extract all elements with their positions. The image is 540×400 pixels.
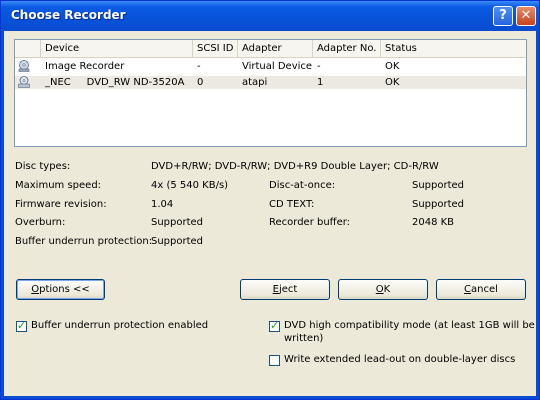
disc-at-once-value: Supported (412, 180, 465, 191)
row-scsi-id: 0 (197, 77, 204, 88)
row-scsi-id: - (197, 61, 201, 72)
list-row-image-recorder[interactable]: Image Recorder - Virtual Device - OK (15, 60, 526, 73)
cancel-button[interactable]: Cancel (436, 279, 526, 300)
list-header: Device SCSI ID Adapter Adapter No. Statu… (15, 40, 526, 58)
dvd-compat-label-line2[interactable]: written) (284, 333, 323, 344)
recorder-buffer-value: 2048 KB (412, 217, 455, 228)
extended-leadout-label[interactable]: Write extended lead-out on double-layer … (284, 354, 515, 365)
column-header-device[interactable]: Device (41, 40, 193, 57)
column-header-scsi-id[interactable]: SCSI ID (193, 40, 238, 57)
eject-button[interactable]: Eject (240, 279, 330, 300)
dvd-drive-icon (18, 76, 30, 88)
dvd-compat-checkbox[interactable]: ✓ (269, 319, 280, 332)
buffer-underrun-value: Supported (151, 236, 204, 247)
firmware-value: 1.04 (151, 199, 174, 210)
buffer-underrun-label: Buffer underrun protection: (15, 236, 153, 247)
max-speed-value: 4x (5 540 KB/s) (151, 180, 229, 191)
row-adapter: atapi (242, 77, 268, 88)
ok-label: K (383, 284, 391, 295)
list-row-nec-dvd[interactable]: _NEC DVD_RW ND-3520A 0 atapi 1 OK (15, 76, 526, 89)
options-label: ptions << (39, 284, 90, 295)
firmware-label: Firmware revision: (15, 199, 107, 210)
column-header-adapter[interactable]: Adapter (238, 40, 313, 57)
window-frame-right (536, 31, 539, 399)
header-icon-column[interactable] (15, 40, 41, 57)
help-button[interactable]: ? (493, 6, 513, 26)
check-mark-icon: ✓ (270, 319, 280, 332)
disc-at-once-label: Disc-at-once: (269, 180, 336, 191)
ok-button[interactable]: OK (338, 279, 428, 300)
buffer-protection-label[interactable]: Buffer underrun protection enabled (31, 320, 208, 331)
options-button[interactable]: Options << (16, 279, 105, 300)
window-frame-bottom (1, 396, 539, 399)
eject-label: ject (278, 284, 298, 295)
recorder-list[interactable]: Device SCSI ID Adapter Adapter No. Statu… (14, 39, 527, 147)
max-speed-label: Maximum speed: (15, 180, 102, 191)
cancel-label: ancel (471, 284, 498, 295)
row-adapter-no: 1 (317, 77, 324, 88)
disc-types-label: Disc types: (15, 161, 71, 172)
options-mnemonic: O (31, 284, 40, 295)
check-mark-icon: ✓ (17, 319, 27, 332)
row-device: Image Recorder (45, 61, 125, 72)
close-button[interactable]: ✕ (516, 6, 536, 26)
disc-types-value: DVD+R/RW; DVD-R/RW; DVD+R9 Double Layer;… (151, 161, 439, 172)
window-frame-left (1, 31, 4, 399)
recorder-buffer-label: Recorder buffer: (269, 217, 351, 228)
cd-text-label: CD TEXT: (269, 199, 315, 210)
row-adapter-no: - (317, 61, 321, 72)
cancel-mnemonic: C (464, 284, 472, 295)
row-status: OK (385, 61, 400, 72)
cd-text-value: Supported (412, 199, 465, 210)
overburn-value: Supported (151, 217, 204, 228)
title-bar[interactable]: Choose Recorder ? ✕ (1, 1, 539, 31)
dvd-compat-label-line1[interactable]: DVD high compatibility mode (at least 1G… (284, 320, 535, 331)
row-status: OK (385, 77, 400, 88)
ok-mnemonic: O (375, 284, 384, 295)
buffer-protection-checkbox[interactable]: ✓ (16, 319, 27, 332)
image-recorder-icon (18, 60, 30, 72)
window-title: Choose Recorder (11, 8, 126, 22)
column-header-adapter-no[interactable]: Adapter No. (313, 40, 381, 57)
overburn-label: Overburn: (15, 217, 66, 228)
extended-leadout-checkbox[interactable] (269, 355, 280, 366)
column-header-status[interactable]: Status (381, 40, 526, 57)
choose-recorder-dialog: Choose Recorder ? ✕ Device SCSI ID Adapt… (0, 0, 540, 400)
row-device: _NEC DVD_RW ND-3520A (45, 77, 185, 88)
row-adapter: Virtual Device (242, 61, 313, 72)
